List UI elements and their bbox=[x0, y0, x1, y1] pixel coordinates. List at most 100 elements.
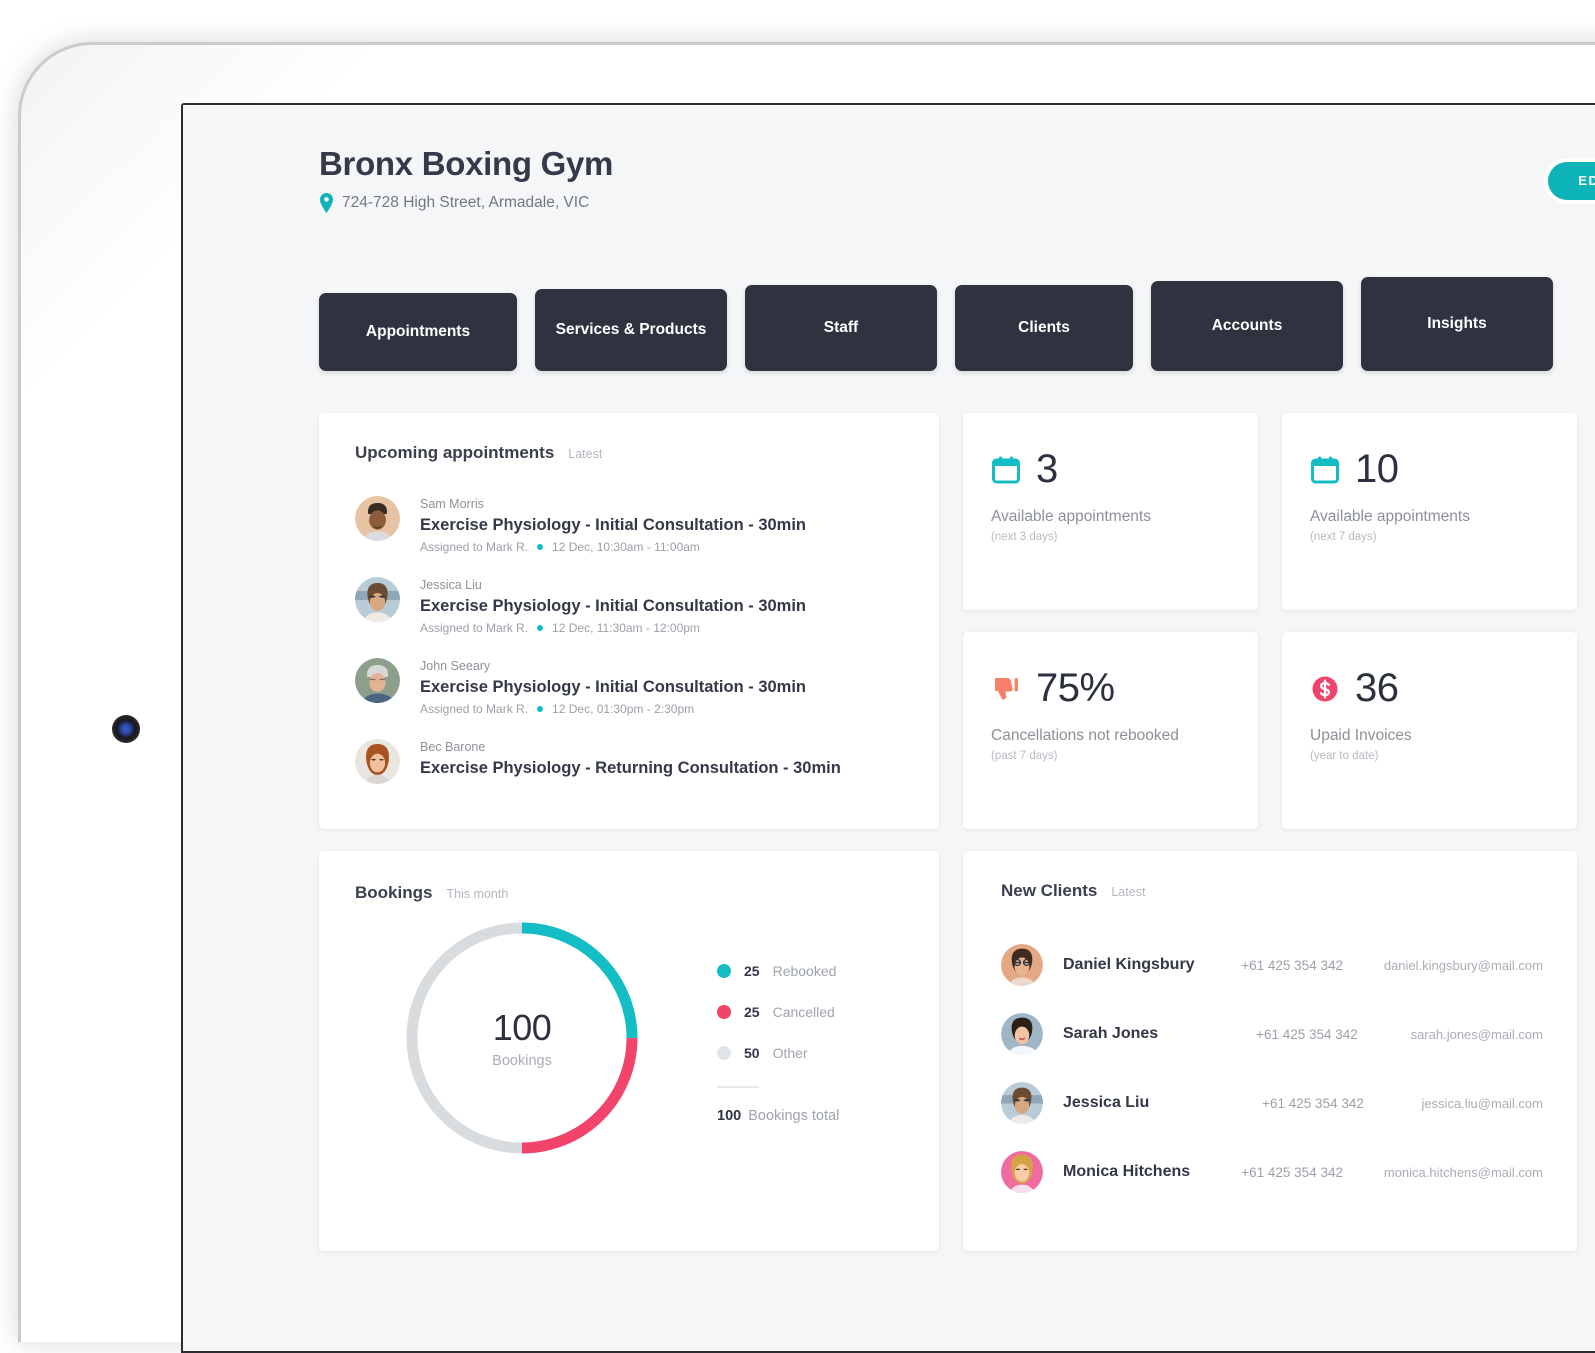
stat-card-cancellations: 75% Cancellations not rebooked (past 7 d… bbox=[963, 632, 1258, 829]
legend-label: Cancelled bbox=[772, 1004, 835, 1020]
avatar bbox=[355, 496, 400, 541]
client-name: Sarah Jones bbox=[1063, 1025, 1159, 1042]
client-name: Jessica Liu bbox=[420, 578, 482, 592]
client-email: jessica.liu@mail.com bbox=[1421, 1095, 1543, 1111]
clients-list: Daniel Kingsbury +61 425 354 342 daniel.… bbox=[1001, 931, 1543, 1207]
card-title: Upcoming appointments bbox=[355, 443, 555, 462]
tab-accounts[interactable]: Accounts bbox=[1151, 281, 1343, 371]
legend-item-other: 50 Other bbox=[717, 1045, 903, 1061]
legend-total-label: Bookings total bbox=[748, 1108, 840, 1124]
tab-insights[interactable]: Insights bbox=[1361, 277, 1553, 371]
legend-label: Other bbox=[772, 1045, 808, 1061]
tablet-device-frame: Bronx Boxing Gym 724-728 High Street, Ar… bbox=[18, 42, 1595, 1353]
stat-sublabel: (past 7 days) bbox=[991, 750, 1058, 762]
client-email: daniel.kingsbury@mail.com bbox=[1383, 957, 1543, 973]
upcoming-appointments-card: Upcoming appointments Latest Sam Morris … bbox=[319, 413, 939, 829]
appointment-meta: Assigned to Mark R. 12 Dec, 01:30pm - 2:… bbox=[420, 702, 806, 716]
tab-appointments[interactable]: Appointments bbox=[319, 293, 517, 371]
client-name: Sam Morris bbox=[420, 497, 484, 511]
address-text: 724-728 High Street, Armadale, VIC bbox=[342, 194, 590, 211]
thumbs-down-icon bbox=[991, 674, 1021, 704]
appointment-time: 12 Dec, 10:30am - 11:00am bbox=[552, 540, 700, 554]
page-header: Bronx Boxing Gym 724-728 High Street, Ar… bbox=[319, 145, 1595, 251]
client-phone: +61 425 354 342 bbox=[1241, 1164, 1343, 1180]
calendar-icon bbox=[1310, 455, 1340, 485]
card-subtitle: Latest bbox=[1111, 885, 1146, 899]
client-phone: +61 425 354 342 bbox=[1241, 957, 1343, 973]
stat-label: Available appointments bbox=[991, 508, 1151, 525]
legend-swatch-cancelled bbox=[717, 1005, 731, 1019]
table-row[interactable]: Jessica Liu +61 425 354 342 jessica.liu@… bbox=[1001, 1069, 1543, 1138]
avatar bbox=[355, 739, 400, 784]
legend-total-row: 100 Bookings total bbox=[717, 1108, 903, 1124]
donut-total-value: 100 bbox=[492, 1007, 552, 1048]
list-item[interactable]: Sam Morris Exercise Physiology - Initial… bbox=[355, 487, 905, 568]
tab-services-products[interactable]: Services & Products bbox=[535, 289, 727, 371]
card-title: New Clients bbox=[1001, 881, 1098, 900]
tab-staff[interactable]: Staff bbox=[745, 285, 937, 371]
avatar bbox=[1001, 1013, 1043, 1055]
dashboard-grid: Upcoming appointments Latest Sam Morris … bbox=[319, 413, 1595, 1251]
list-item[interactable]: John Seeary Exercise Physiology - Initia… bbox=[355, 649, 905, 730]
status-dot-icon bbox=[537, 625, 544, 631]
client-phone: +61 425 354 342 bbox=[1262, 1095, 1364, 1111]
new-clients-card: New Clients Latest Daniel Kingsbury +61 … bbox=[963, 851, 1577, 1251]
stat-value: 75% bbox=[1036, 666, 1115, 710]
table-row[interactable]: Sarah Jones +61 425 354 342 sarah.jones@… bbox=[1001, 1000, 1543, 1069]
primary-nav-tabs: Appointments Services & Products Staff C… bbox=[319, 277, 1595, 371]
legend-total-value: 100 bbox=[717, 1108, 742, 1124]
appointment-details: John Seeary Exercise Physiology - Initia… bbox=[420, 658, 806, 716]
appointment-details: Bec Barone Exercise Physiology - Returni… bbox=[420, 739, 841, 778]
table-row[interactable]: Monica Hitchens +61 425 354 342 monica.h… bbox=[1001, 1138, 1543, 1207]
card-header: New Clients Latest bbox=[1001, 881, 1543, 901]
legend-swatch-other bbox=[717, 1046, 731, 1060]
avatar bbox=[355, 577, 400, 622]
divider bbox=[717, 1086, 759, 1088]
appointment-time: 12 Dec, 01:30pm - 2:30pm bbox=[552, 702, 695, 716]
client-name: Jessica Liu bbox=[1063, 1094, 1150, 1111]
stat-label: Cancellations not rebooked bbox=[991, 727, 1179, 744]
legend-swatch-rebooked bbox=[717, 964, 731, 978]
list-item[interactable]: Bec Barone Exercise Physiology - Returni… bbox=[355, 730, 905, 798]
legend-value: 25 bbox=[744, 1004, 760, 1020]
legend-label: Rebooked bbox=[772, 963, 837, 979]
dashboard-page: Bronx Boxing Gym 724-728 High Street, Ar… bbox=[319, 145, 1595, 1251]
appointment-meta: Assigned to Mark R. 12 Dec, 10:30am - 11… bbox=[420, 540, 806, 554]
client-email: monica.hitchens@mail.com bbox=[1383, 1164, 1543, 1180]
edit-profile-button[interactable]: EDIT PROFILE bbox=[1548, 162, 1595, 200]
stat-top-row: 3 bbox=[991, 447, 1232, 492]
legend-value: 25 bbox=[744, 963, 760, 979]
chart-legend: 25 Rebooked 25 Cancelled 50 Other 100 Bo… bbox=[717, 963, 903, 1124]
stat-value: 36 bbox=[1355, 666, 1399, 710]
card-header: Bookings This month bbox=[355, 883, 903, 903]
list-item[interactable]: Jessica Liu Exercise Physiology - Initia… bbox=[355, 568, 905, 649]
tab-clients[interactable]: Clients bbox=[955, 285, 1133, 371]
client-name: Bec Barone bbox=[420, 740, 486, 754]
appointment-time: 12 Dec, 11:30am - 12:00pm bbox=[552, 621, 700, 635]
stat-label: Upaid Invoices bbox=[1310, 727, 1412, 744]
stat-card-available-3-days: 3 Available appointments (next 3 days) bbox=[963, 413, 1258, 610]
assigned-staff: Assigned to Mark R. bbox=[420, 702, 529, 716]
stat-value: 10 bbox=[1355, 447, 1399, 491]
card-header: Upcoming appointments Latest bbox=[355, 443, 905, 463]
bookings-chart-body: 100 Bookings 25 Rebooked 25 Cancelled 50… bbox=[355, 913, 903, 1163]
avatar bbox=[1001, 1151, 1043, 1193]
appointment-meta: Assigned to Mark R. 12 Dec, 11:30am - 12… bbox=[420, 621, 806, 635]
card-subtitle: Latest bbox=[568, 447, 603, 461]
front-camera-icon bbox=[112, 715, 140, 743]
table-row[interactable]: Daniel Kingsbury +61 425 354 342 daniel.… bbox=[1001, 931, 1543, 1000]
tablet-screen: Bronx Boxing Gym 724-728 High Street, Ar… bbox=[183, 105, 1595, 1351]
donut-total-label: Bookings bbox=[492, 1053, 552, 1069]
business-address: 724-728 High Street, Armadale, VIC bbox=[319, 193, 1595, 213]
page-title: Bronx Boxing Gym bbox=[319, 145, 614, 182]
client-name: John Seeary bbox=[420, 659, 491, 673]
bookings-chart-card: Bookings This month 100 Bookings 25 Rebo… bbox=[319, 851, 939, 1251]
card-title: Bookings bbox=[355, 883, 433, 902]
appointment-details: Sam Morris Exercise Physiology - Initial… bbox=[420, 496, 806, 554]
client-email: sarah.jones@mail.com bbox=[1410, 1026, 1543, 1042]
stat-value: 3 bbox=[1036, 447, 1058, 491]
avatar bbox=[1001, 1082, 1043, 1124]
stat-label: Available appointments bbox=[1310, 508, 1470, 525]
service-name: Exercise Physiology - Initial Consultati… bbox=[420, 516, 807, 534]
dollar-badge-icon bbox=[1310, 674, 1340, 704]
